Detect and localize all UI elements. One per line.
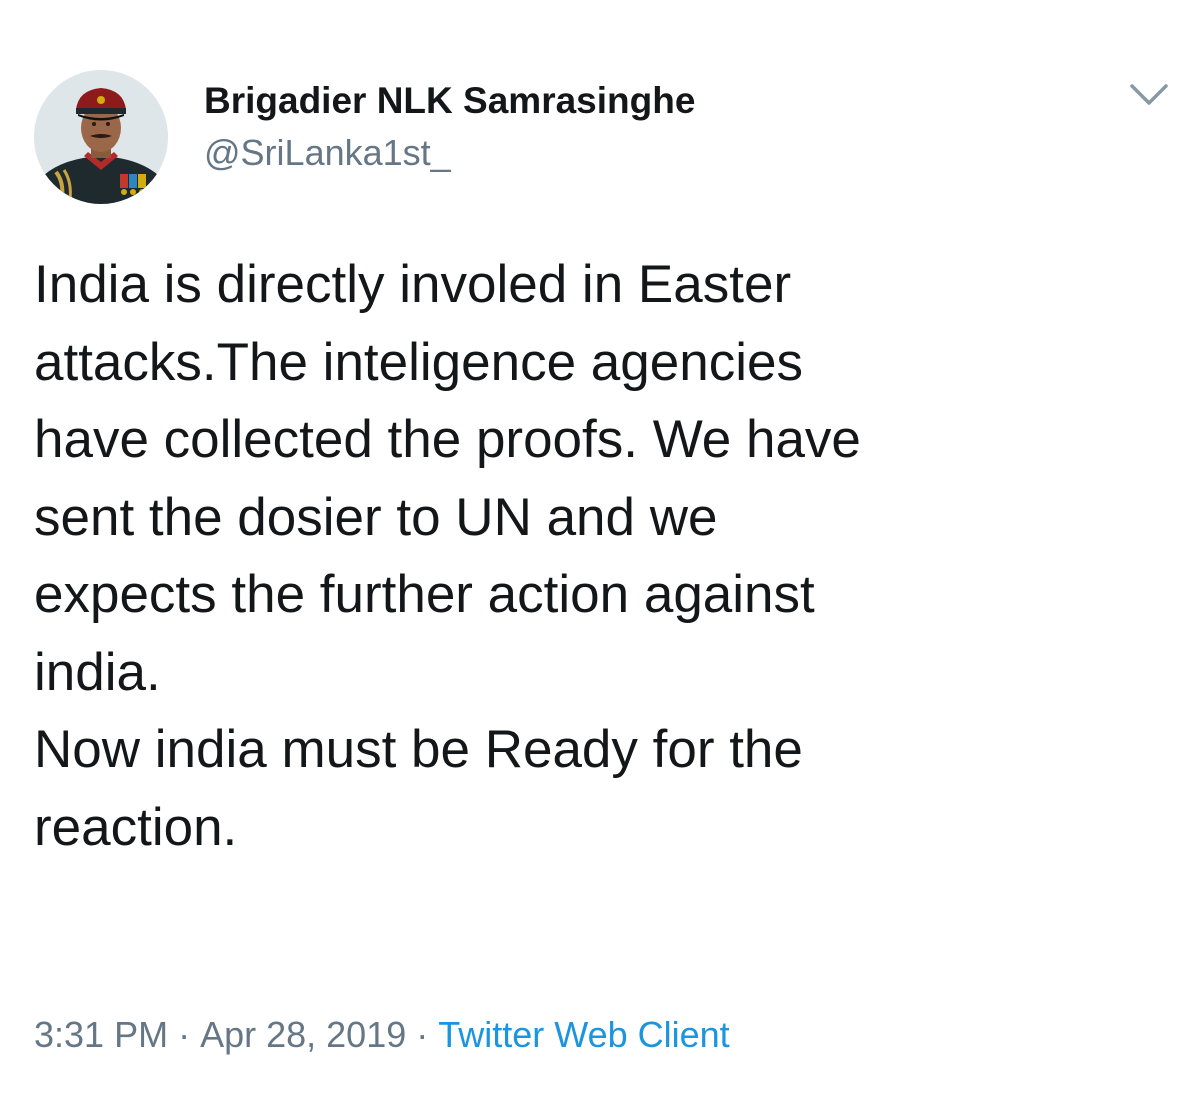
meta-separator: ·	[416, 1014, 429, 1055]
tweet-text-line: Now india must be Ready for the	[34, 720, 803, 779]
avatar-image	[34, 70, 168, 204]
tweet-text-line: attacks.The inteligence agencies	[34, 332, 803, 392]
tweet-text-line: India is directly involed in Easter	[34, 255, 792, 314]
avatar[interactable]	[34, 70, 168, 204]
tweet-source-link[interactable]: Twitter Web Client	[438, 1014, 729, 1055]
tweet-header: Brigadier NLK Samrasinghe @SriLanka1st_	[34, 70, 1174, 204]
meta-separator: ·	[178, 1014, 191, 1055]
tweet-text-line: india.	[34, 642, 161, 702]
tweet: Brigadier NLK Samrasinghe @SriLanka1st_ …	[0, 0, 1200, 1114]
tweet-date[interactable]: Apr 28, 2019	[200, 1014, 406, 1055]
chevron-down-icon[interactable]	[1124, 70, 1174, 120]
tweet-text-line: expects the further action against	[34, 565, 815, 624]
author-display-name[interactable]: Brigadier NLK Samrasinghe	[204, 78, 695, 124]
author-handle[interactable]: @SriLanka1st_	[204, 130, 695, 176]
tweet-text: India is directly involed in Easter atta…	[34, 246, 1164, 866]
author-names[interactable]: Brigadier NLK Samrasinghe @SriLanka1st_	[204, 78, 695, 176]
tweet-text-line: have collected the proofs. We have	[34, 410, 861, 469]
tweet-meta: 3:31 PM · Apr 28, 2019 · Twitter Web Client	[34, 1010, 730, 1060]
tweet-time[interactable]: 3:31 PM	[34, 1014, 168, 1055]
tweet-text-line: reaction.	[34, 797, 238, 857]
tweet-text-line: sent the dosier to UN and we	[34, 487, 718, 547]
